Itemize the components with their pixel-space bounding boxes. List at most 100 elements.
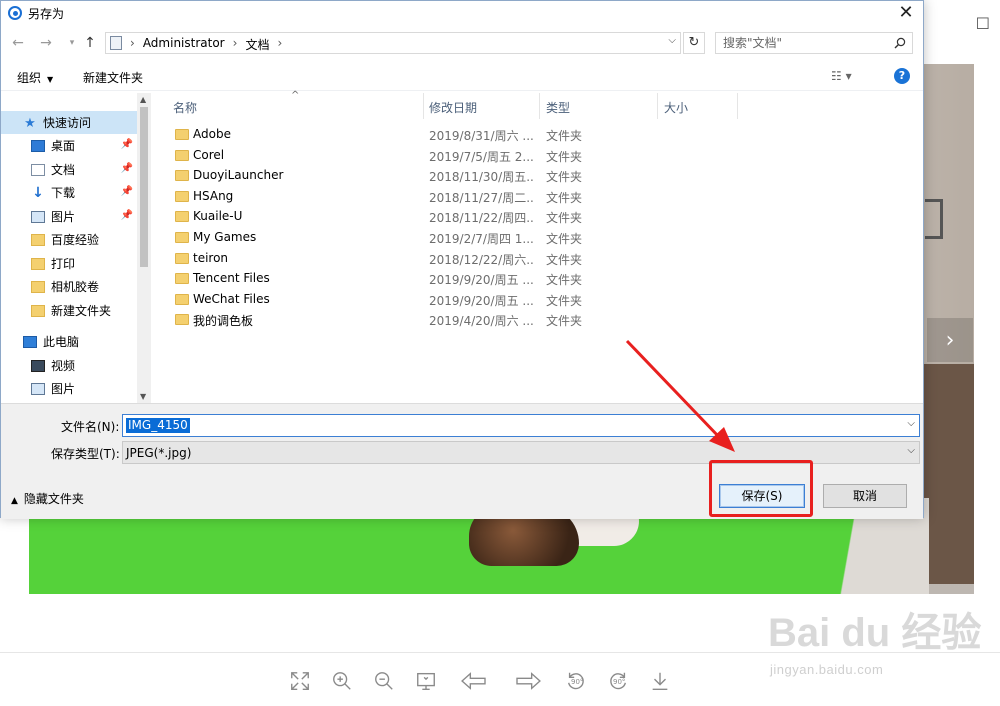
location-icon — [110, 36, 122, 50]
chevron-down-icon[interactable]: ⌵ — [907, 445, 915, 456]
new-folder-button[interactable]: 新建文件夹 — [83, 69, 143, 86]
search-icon[interactable] — [894, 37, 906, 49]
nav-item-2[interactable]: 文档 📌 — [1, 158, 137, 181]
back-arrow-icon[interactable]: ← — [9, 34, 27, 52]
file-name: 我的调色板 — [193, 314, 254, 329]
nav-item-label: 百度经验 — [51, 233, 100, 247]
file-row[interactable]: 我的调色板 2019/4/20/周六 ... 文件夹 — [161, 310, 921, 330]
nav-item-1[interactable]: 桌面 📌 — [1, 134, 137, 157]
file-type: 文件夹 — [546, 170, 583, 185]
cancel-button[interactable]: 取消 — [823, 484, 907, 508]
forward-arrow-icon[interactable]: → — [37, 34, 55, 52]
nav-item-0[interactable]: ★ 快速访问 — [1, 111, 137, 134]
column-type[interactable]: 类型 — [546, 99, 570, 116]
pin-icon: 📌 — [120, 139, 133, 150]
rotate-right-icon[interactable]: 90° — [606, 669, 630, 693]
file-name: WeChat Files — [193, 291, 270, 306]
scroll-down-icon[interactable]: ▼ — [140, 392, 146, 401]
filename-value[interactable]: IMG_4150 — [126, 418, 190, 433]
command-bar: 组织 ▼ 新建文件夹 ☷ ▾ ? — [1, 63, 923, 91]
search-input[interactable] — [717, 34, 887, 52]
nav-item-9[interactable]: 此电脑 — [1, 330, 137, 353]
maximize-icon[interactable]: ☐ — [976, 14, 990, 33]
prev-icon[interactable] — [456, 669, 492, 693]
organize-button[interactable]: 组织 ▼ — [17, 69, 53, 86]
file-row[interactable]: Adobe 2019/8/31/周六 ... 文件夹 — [161, 125, 921, 145]
file-row[interactable]: Kuaile-U 2018/11/22/周四... 文件夹 — [161, 207, 921, 227]
original-size-icon[interactable] — [414, 669, 438, 693]
file-row[interactable]: My Games 2019/2/7/周四 1... 文件夹 — [161, 228, 921, 248]
nav-item-label: 相机胶卷 — [51, 280, 100, 294]
rotate-left-icon[interactable]: 90° — [564, 669, 588, 693]
video-icon — [31, 359, 45, 372]
file-row[interactable]: Corel 2019/7/5/周五 2... 文件夹 — [161, 146, 921, 166]
chevron-right-icon[interactable]: › — [233, 36, 238, 53]
file-date: 2019/9/20/周五 ... — [429, 273, 534, 288]
desktop-icon — [31, 139, 45, 152]
folder-icon — [175, 232, 189, 243]
nav-item-11[interactable]: 图片 — [1, 377, 137, 400]
column-size[interactable]: 大小 — [664, 99, 688, 116]
help-icon[interactable]: ? — [894, 68, 910, 84]
file-name: Corel — [193, 147, 225, 162]
filetype-label: 保存类型(T): — [51, 447, 120, 461]
nav-item-4[interactable]: 图片 📌 — [1, 205, 137, 228]
nav-item-10[interactable]: 视频 — [1, 354, 137, 377]
refresh-button[interactable]: ↻ — [683, 32, 705, 54]
up-arrow-icon[interactable]: ↑ — [81, 34, 99, 52]
file-type: 文件夹 — [546, 129, 583, 143]
next-image-button[interactable]: › — [927, 318, 973, 362]
address-bar[interactable]: › Administrator › 文档 › ⌵ — [105, 32, 681, 54]
file-date: 2018/11/30/周五... — [429, 170, 535, 185]
navigation-bar: ← → ▾ ↑ › Administrator › 文档 › ⌵ ↻ — [1, 29, 923, 59]
chevron-down-icon[interactable]: ⌵ — [907, 418, 915, 429]
folder-icon — [175, 129, 189, 140]
close-button[interactable]: ✕ — [895, 3, 917, 23]
folder-icon — [175, 211, 189, 223]
app-icon — [8, 6, 22, 20]
folder-icon — [175, 293, 189, 305]
nav-item-5[interactable]: 百度经验 — [1, 228, 137, 251]
folder-icon — [175, 149, 189, 161]
zoom-in-icon[interactable] — [330, 669, 354, 693]
nav-item-label: 图片 — [51, 382, 76, 396]
folder-icon — [175, 190, 189, 202]
file-date: 2019/2/7/周四 1... — [429, 232, 534, 246]
breadcrumb: › Administrator › 文档 › — [130, 36, 282, 53]
nav-item-8[interactable]: 新建文件夹 — [1, 299, 137, 322]
nav-item-label: 桌面 — [51, 139, 76, 153]
file-row[interactable]: teiron 2018/12/22/周六... 文件夹 — [161, 249, 921, 269]
fullscreen-icon[interactable] — [288, 669, 312, 693]
file-row[interactable]: WeChat Files 2019/9/20/周五 ... 文件夹 — [161, 290, 921, 310]
chevron-down-icon[interactable]: ⌵ — [668, 35, 676, 46]
filename-label: 文件名(N): — [61, 420, 120, 434]
hide-folders-label: 隐藏文件夹 — [23, 492, 84, 506]
folder-icon — [31, 233, 45, 246]
file-row[interactable]: HSAng 2018/11/27/周二... 文件夹 — [161, 187, 921, 207]
file-row[interactable]: Tencent Files 2019/9/20/周五 ... 文件夹 — [161, 269, 921, 289]
pin-icon: 📌 — [120, 210, 133, 221]
file-type: 文件夹 — [546, 293, 583, 308]
download-icon[interactable] — [648, 669, 672, 693]
file-type: 文件夹 — [546, 211, 583, 226]
rotate-degree-label: 90° — [571, 678, 584, 686]
nav-item-6[interactable]: 打印 — [1, 252, 137, 275]
column-date[interactable]: 修改日期 — [429, 99, 477, 116]
scroll-up-icon[interactable]: ▲ — [140, 95, 146, 104]
chevron-down-icon[interactable]: ▾ — [63, 34, 81, 52]
breadcrumb-documents[interactable]: 文档 — [245, 36, 269, 53]
nav-item-3[interactable]: ↓ 下载 📌 — [1, 181, 137, 204]
scroll-thumb[interactable] — [140, 107, 148, 267]
nav-scrollbar[interactable]: ▲ ▼ — [137, 93, 151, 403]
file-row[interactable]: DuoyiLauncher 2018/11/30/周五... 文件夹 — [161, 166, 921, 186]
zoom-out-icon[interactable] — [372, 669, 396, 693]
view-options-icon[interactable]: ☷ ▾ — [831, 69, 852, 83]
hide-folders-toggle[interactable]: ▲ 隐藏文件夹 — [11, 490, 84, 507]
nav-item-7[interactable]: 相机胶卷 — [1, 275, 137, 298]
column-name[interactable]: 名称 — [173, 99, 197, 116]
chevron-right-icon[interactable]: › — [277, 36, 282, 53]
breadcrumb-administrator[interactable]: Administrator — [143, 36, 225, 53]
file-type: 文件夹 — [546, 232, 583, 246]
filename-input[interactable]: IMG_4150 ⌵ — [122, 414, 920, 437]
next-icon[interactable] — [510, 669, 546, 693]
